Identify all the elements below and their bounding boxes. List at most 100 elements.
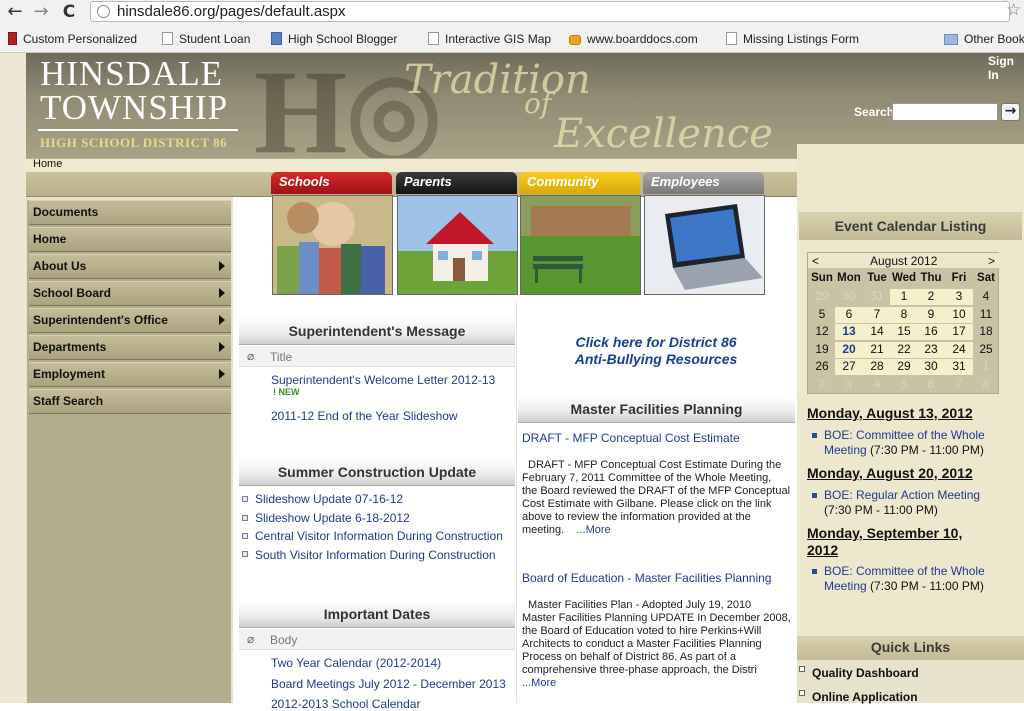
calendar-day[interactable]: 2: [917, 289, 945, 305]
calendar-day-outside-month[interactable]: 6: [917, 377, 945, 391]
calendar-day[interactable]: 13: [835, 324, 863, 341]
bookmark-other-bookmarks[interactable]: Other Bookmarks: [944, 32, 1024, 46]
quick-link-quality-dashboard[interactable]: Quality Dashboard: [812, 666, 919, 680]
calendar-day[interactable]: 25: [972, 342, 1000, 356]
calendar-day[interactable]: 17: [945, 324, 973, 341]
anti-bullying-link[interactable]: Click here for District 86 Anti-Bullying…: [525, 334, 787, 368]
calendar-day[interactable]: 12: [808, 324, 836, 338]
two-year-calendar-link[interactable]: Two Year Calendar (2012-2014): [271, 656, 441, 670]
boarddocs-icon: [569, 35, 581, 45]
bookmark-high-school-blogger[interactable]: High School Blogger: [271, 32, 397, 46]
nav-item-documents[interactable]: Documents: [29, 200, 231, 225]
calendar-next-button[interactable]: >: [988, 254, 995, 268]
calendar-day[interactable]: 8: [890, 306, 918, 323]
calendar-day[interactable]: 14: [863, 324, 891, 341]
bookmark-star-icon[interactable]: ☆: [1006, 0, 1021, 20]
south-visitor-info-link[interactable]: South Visitor Information During Constru…: [255, 548, 496, 562]
calendar-day-outside-month[interactable]: 4: [863, 377, 891, 391]
bookmark-missing-listings-form[interactable]: Missing Listings Form: [726, 32, 859, 46]
bookmark-interactive-gis-map[interactable]: Interactive GIS Map: [428, 32, 551, 46]
tab-community[interactable]: Community: [519, 172, 640, 194]
nav-item-school-board[interactable]: School Board: [29, 281, 231, 306]
calendar-day[interactable]: 21: [863, 341, 891, 358]
calendar-day[interactable]: 9: [917, 306, 945, 323]
quick-link-online-application[interactable]: Online Application: [812, 690, 918, 704]
tab-schools[interactable]: Schools: [271, 172, 392, 194]
column-body-label[interactable]: Body: [270, 633, 297, 647]
calendar-day[interactable]: 22: [890, 341, 918, 358]
nav-item-about-us[interactable]: About Us: [29, 254, 231, 279]
slideshow-update-0618-link[interactable]: Slideshow Update 6-18-2012: [255, 511, 410, 525]
calendar-day[interactable]: 18: [972, 324, 1000, 338]
address-bar[interactable]: hinsdale86.org/pages/default.aspx: [90, 1, 1010, 22]
calendar-prev-button[interactable]: <: [812, 254, 819, 268]
calendar-day-outside-month[interactable]: 2: [808, 377, 836, 391]
nav-item-staff-search[interactable]: Staff Search: [29, 389, 231, 414]
reload-icon[interactable]: C: [58, 2, 80, 22]
search-input[interactable]: [892, 103, 998, 121]
calendar-day-outside-month[interactable]: 31: [863, 289, 891, 303]
calendar-day[interactable]: 23: [917, 341, 945, 358]
board-meetings-link[interactable]: Board Meetings July 2012 - December 2013: [271, 677, 506, 691]
calendar-day[interactable]: 10: [945, 306, 973, 323]
event-item-aug-13[interactable]: BOE: Committee of the Whole Meeting (7:3…: [824, 428, 985, 458]
breadcrumb-home[interactable]: Home: [33, 158, 62, 170]
calendar-day-outside-month[interactable]: 30: [835, 289, 863, 303]
nav-item-home[interactable]: Home: [29, 227, 231, 252]
more-link[interactable]: ...More: [576, 524, 610, 536]
calendar-day-outside-month[interactable]: 3: [835, 377, 863, 391]
more-link[interactable]: ...More: [522, 677, 794, 690]
forward-arrow-icon[interactable]: →: [30, 2, 52, 22]
logo-township[interactable]: TOWNSHIP: [40, 90, 228, 125]
school-calendar-link[interactable]: 2012-2013 School Calendar: [271, 697, 420, 711]
calendar-day-outside-month[interactable]: 7: [945, 377, 973, 391]
calendar-day[interactable]: 24: [945, 341, 973, 358]
nav-item-employment[interactable]: Employment: [29, 362, 231, 387]
event-item-aug-20[interactable]: BOE: Regular Action Meeting (7:30 PM - 1…: [824, 488, 980, 518]
tab-parents[interactable]: Parents: [396, 172, 517, 194]
tab-employees[interactable]: Employees: [643, 172, 764, 194]
mfp-cost-estimate-link[interactable]: DRAFT - MFP Conceptual Cost Estimate: [522, 431, 740, 445]
employees-image[interactable]: [644, 195, 765, 295]
calendar-day[interactable]: 28: [863, 359, 891, 376]
parents-image[interactable]: [397, 195, 518, 295]
bookmark-boarddocs[interactable]: www.boarddocs.com: [569, 32, 698, 46]
end-of-year-slideshow-link[interactable]: 2011-12 End of the Year Slideshow: [271, 409, 458, 423]
community-image[interactable]: [520, 195, 641, 295]
slideshow-update-0716-link[interactable]: Slideshow Update 07-16-12: [255, 492, 403, 506]
logo-hinsdale[interactable]: HINSDALE: [40, 56, 223, 91]
calendar-day[interactable]: 1: [890, 289, 918, 305]
calendar-day[interactable]: 4: [972, 289, 1000, 303]
calendar-day[interactable]: 16: [917, 324, 945, 341]
calendar-day[interactable]: 30: [917, 359, 945, 376]
sign-in-link[interactable]: Sign In: [988, 54, 1024, 82]
central-visitor-info-link[interactable]: Central Visitor Information During Const…: [255, 529, 503, 543]
schools-image[interactable]: [272, 195, 393, 295]
calendar-day[interactable]: 3: [945, 289, 973, 305]
calendar-day[interactable]: 20: [835, 341, 863, 358]
calendar-day-outside-month[interactable]: 5: [890, 377, 918, 391]
calendar-day[interactable]: 26: [808, 359, 836, 373]
back-arrow-icon[interactable]: ←: [4, 2, 26, 22]
calendar-day[interactable]: 6: [835, 306, 863, 323]
calendar-day[interactable]: 11: [972, 307, 1000, 321]
calendar-day[interactable]: 7: [863, 306, 891, 323]
bookmark-custom-personalized[interactable]: Custom Personalized: [8, 32, 137, 46]
calendar-day-outside-month[interactable]: 1: [972, 359, 1000, 373]
nav-item-superintendents-office[interactable]: Superintendent's Office: [29, 308, 231, 333]
calendar-day[interactable]: 5: [808, 307, 836, 321]
superintendent-welcome-letter-link[interactable]: Superintendent's Welcome Letter 2012-13: [271, 373, 495, 387]
calendar-day-outside-month[interactable]: 8: [972, 377, 1000, 391]
calendar-day[interactable]: 27: [835, 359, 863, 376]
search-go-button[interactable]: →: [1001, 103, 1020, 121]
nav-item-departments[interactable]: Departments: [29, 335, 231, 360]
event-item-sep-10[interactable]: BOE: Committee of the Whole Meeting (7:3…: [824, 564, 985, 594]
calendar-day[interactable]: 15: [890, 324, 918, 341]
calendar-day[interactable]: 29: [890, 359, 918, 376]
boe-master-facilities-link[interactable]: Board of Education - Master Facilities P…: [522, 571, 771, 585]
calendar-day[interactable]: 19: [808, 342, 836, 356]
calendar-day[interactable]: 31: [945, 359, 973, 376]
calendar-day-outside-month[interactable]: 29: [808, 289, 836, 303]
bookmark-student-loan[interactable]: Student Loan: [162, 32, 250, 46]
column-title-label[interactable]: Title: [270, 350, 292, 364]
